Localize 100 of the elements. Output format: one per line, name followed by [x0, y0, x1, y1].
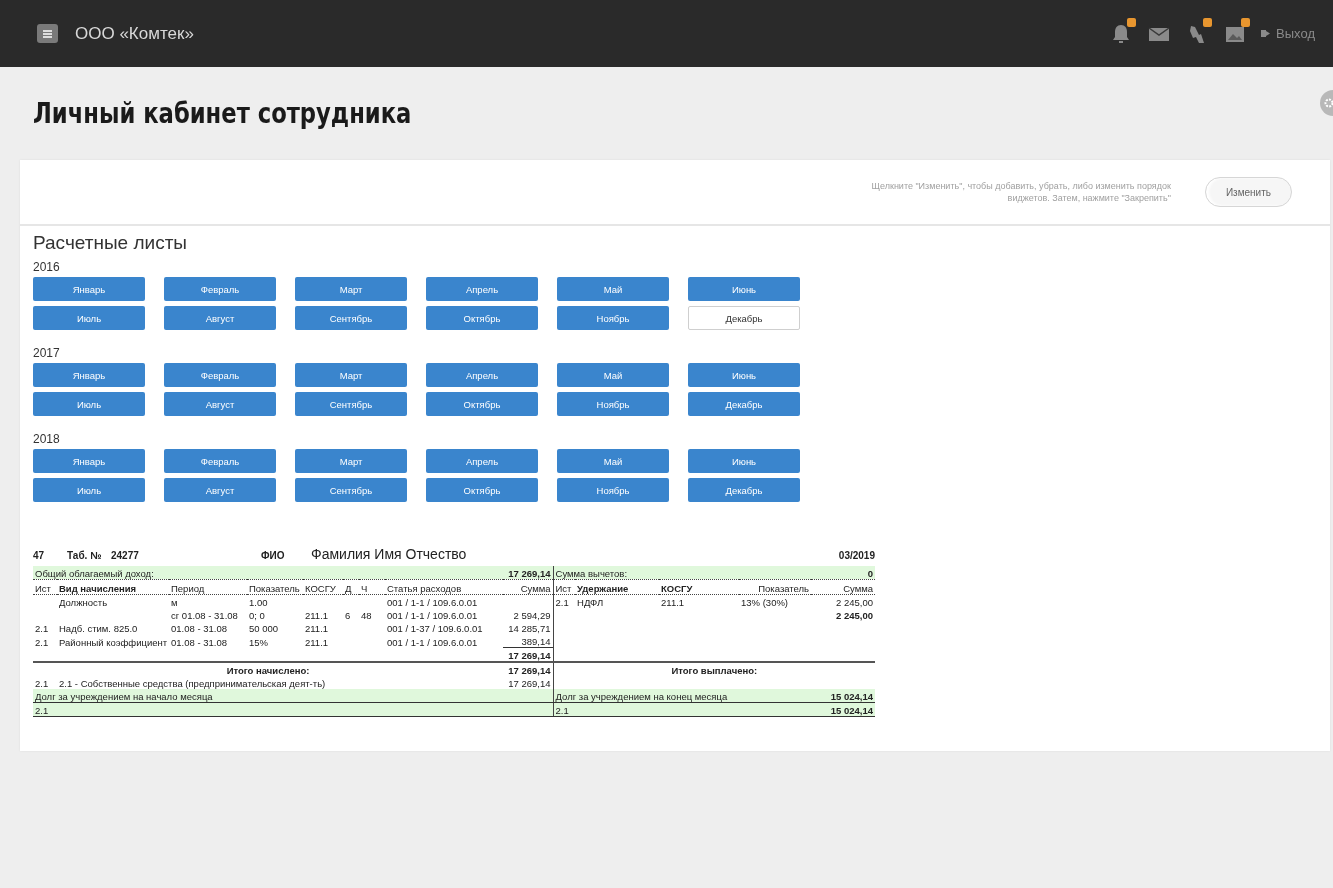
table-cell-text: 6 [344, 609, 352, 621]
table-cell: Должность [57, 594, 169, 608]
year-label: 2017 [33, 346, 61, 360]
month-button[interactable]: Ноябрь [557, 306, 669, 330]
column-header: Ист [33, 579, 57, 595]
month-button[interactable]: Август [164, 392, 276, 416]
month-button[interactable]: Март [295, 449, 407, 473]
month-button[interactable]: Декабрь [688, 478, 800, 502]
table-cell: Итого выплачено: [553, 662, 876, 676]
menu-icon [43, 29, 52, 38]
month-button[interactable]: Октябрь [426, 306, 538, 330]
table-cell-text: 0; 0 [248, 609, 266, 621]
table-cell-text: сг 01.08 - 31.08 [170, 609, 239, 621]
month-button[interactable]: Август [164, 306, 276, 330]
column-header: Показатель [739, 579, 812, 595]
table-cell-text: 001 / 1-1 / 109.6.0.01 [386, 609, 479, 621]
table-cell-text: 01.08 - 31.08 [170, 622, 228, 634]
table-cell: Сумма вычетов: [553, 566, 812, 580]
month-button[interactable]: Июль [33, 478, 145, 502]
table-cell-text: 48 [360, 609, 373, 621]
table-cell: 2.1 [553, 594, 576, 608]
table-cell: 0 [811, 566, 876, 580]
month-button[interactable]: Январь [33, 277, 145, 301]
table-cell: 2 245,00 [811, 594, 876, 608]
month-button[interactable]: Апрель [426, 277, 538, 301]
table-cell: 2 245,00 [811, 608, 876, 621]
table-cell: 1.00 [247, 594, 303, 608]
table-cell: 001 / 1-1 / 109.6.0.01 [385, 634, 504, 648]
month-button[interactable]: Май [557, 363, 669, 387]
table-cell: 15 024,14 [811, 689, 876, 703]
table-cell: 17 269,14 [503, 676, 554, 689]
table-cell-text: 211.1 [304, 609, 330, 621]
table-cell: 50 000 [247, 621, 303, 634]
column-header: Сумма [503, 579, 554, 595]
table-cell: 14 285,71 [503, 621, 554, 634]
field-label: ФИО [261, 550, 286, 561]
column-header: КОСГУ [659, 579, 740, 595]
month-button[interactable]: Декабрь [688, 306, 800, 330]
hint-text: Щелкните "Изменить", чтобы добавить, убрать, либо изменить порядок виджетов. Затем, нажмите "Закрепить" [870, 179, 1171, 205]
table-cell: Районный коэффициент [57, 634, 169, 648]
month-button[interactable]: Апрель [426, 449, 538, 473]
month-button[interactable]: Февраль [164, 277, 276, 301]
table-cell: 2.1 [33, 676, 57, 689]
logout-icon [1261, 29, 1272, 38]
month-button[interactable]: Июнь [688, 277, 800, 301]
table-cell: 001 / 1-1 / 109.6.0.01 [385, 594, 504, 608]
table-cell: 389,14 [503, 634, 554, 648]
table-cell: Долг за учреждением на конец месяца [553, 689, 812, 703]
table-cell-text: Надб. стим. 825.0 [58, 622, 139, 634]
edit-button[interactable]: Изменить [1204, 177, 1292, 207]
column-header: Удержание [575, 579, 660, 595]
month-button[interactable]: Июль [33, 306, 145, 330]
month-button[interactable]: Сентябрь [295, 306, 407, 330]
table-cell-text: 211.1 [304, 622, 330, 634]
month-button[interactable]: Май [557, 277, 669, 301]
month-button[interactable]: Май [557, 449, 669, 473]
table-cell: Долг за учреждением на начало месяца [33, 689, 554, 703]
column-header: Ч [359, 579, 385, 595]
month-button[interactable]: Февраль [164, 363, 276, 387]
column-header: КОСГУ [303, 579, 343, 595]
month-button[interactable]: Февраль [164, 449, 276, 473]
month-button[interactable]: Октябрь [426, 478, 538, 502]
table-cell: 211.1 [659, 594, 740, 608]
table-cell-text: 2.1 [34, 635, 50, 648]
month-button[interactable]: Январь [33, 449, 145, 473]
table-cell: 13% (30%) [739, 594, 812, 608]
column-header: Сумма [811, 579, 876, 595]
month-button[interactable]: Август [164, 478, 276, 502]
payslip-period: 03/2019 [838, 550, 875, 561]
employee-number: 24277 [111, 550, 140, 561]
column-header: Вид начисления [57, 579, 169, 595]
month-button[interactable]: Декабрь [688, 392, 800, 416]
column-header: Показатель [247, 579, 303, 595]
year-label: 2018 [33, 432, 61, 446]
month-button[interactable]: Июнь [688, 363, 800, 387]
payslip-number: 47 [33, 550, 46, 561]
table-cell: Итого начислено: [33, 662, 504, 676]
month-button[interactable]: Сентябрь [295, 478, 407, 502]
menu-button[interactable] [37, 24, 58, 43]
field-label: Таб. № [67, 550, 103, 561]
month-button[interactable]: Сентябрь [295, 392, 407, 416]
year-label: 2016 [33, 260, 61, 274]
logout-link[interactable]: Выход [1261, 26, 1315, 41]
month-button[interactable]: Март [295, 277, 407, 301]
month-button[interactable]: Март [295, 363, 407, 387]
month-button[interactable]: Ноябрь [557, 392, 669, 416]
month-button[interactable]: Апрель [426, 363, 538, 387]
month-button[interactable]: Июнь [688, 449, 800, 473]
column-header: Период [169, 579, 247, 595]
column-header: Д [343, 579, 359, 595]
table-cell: 17 269,14 [503, 566, 554, 580]
month-button[interactable]: Июль [33, 392, 145, 416]
page-title: Личный кабинет сотрудника [33, 97, 412, 130]
table-cell-text: 2.1 [34, 622, 50, 634]
month-button[interactable]: Ноябрь [557, 478, 669, 502]
table-cell-text: 001 / 1-37 / 109.6.0.01 [386, 622, 484, 634]
month-button[interactable]: Январь [33, 363, 145, 387]
company-name: ООО «Комтек» [75, 23, 194, 44]
table-cell: Общий облагаемый доход: [33, 566, 504, 580]
month-button[interactable]: Октябрь [426, 392, 538, 416]
